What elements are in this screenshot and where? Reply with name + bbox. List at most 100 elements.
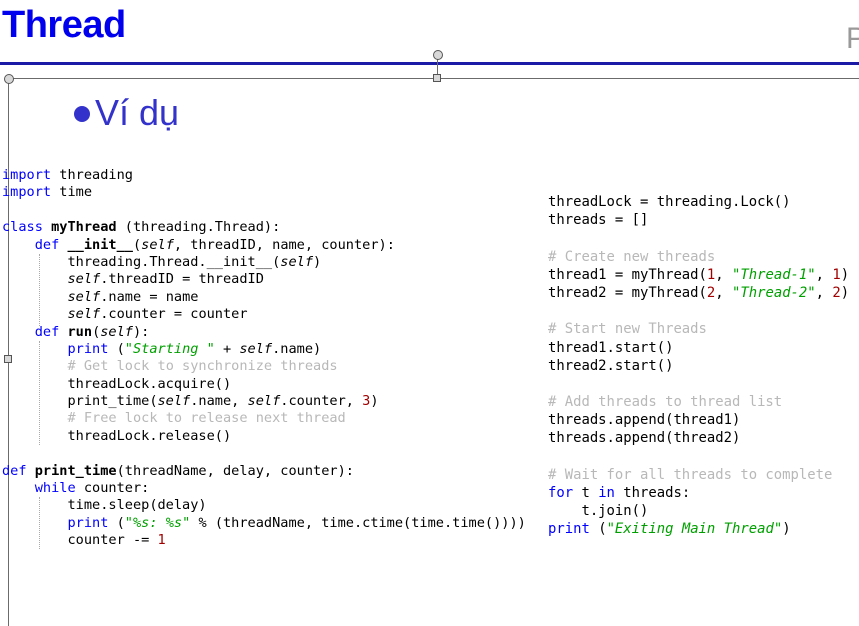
code-keyword: import [2, 184, 52, 201]
code-text: , threadID, name, counter): [173, 236, 395, 253]
code-self: self [67, 271, 101, 288]
code-line: thread1 = myThread(1, "Thread-1", 1) [548, 266, 849, 284]
code-text: thread1.start() [548, 339, 674, 356]
code-line: # Get lock to synchronize threads [2, 358, 526, 375]
code-text: threads: [614, 485, 691, 501]
code-keyword: print [548, 521, 590, 538]
code-line: threadLock = threading.Lock() [548, 193, 849, 211]
code-line: # Wait for all threads to complete [548, 466, 849, 484]
code-text: threading [51, 167, 133, 183]
code-text: t.join() [548, 503, 649, 520]
code-line: class myThread (threading.Thread): [2, 219, 526, 236]
code-comment: # Start new Threads [548, 321, 707, 338]
rotation-handle[interactable] [433, 50, 443, 60]
indent-guide [39, 341, 40, 445]
code-comment: # Add threads to thread list [548, 394, 783, 411]
code-text: threads = [] [548, 212, 649, 229]
code-text: ) [782, 521, 791, 538]
resize-handle-top-middle[interactable] [433, 74, 441, 82]
code-self: self [239, 340, 273, 357]
code-text: , [715, 266, 733, 283]
code-block-left: import threading import time class myThrea… [2, 167, 526, 550]
code-text: , [815, 284, 833, 301]
code-line: import threading [2, 167, 526, 184]
code-text: , [715, 284, 733, 301]
indent-guide [39, 254, 40, 326]
code-text: thread2.start() [548, 357, 674, 374]
code-string: "%s: %s" [124, 514, 191, 531]
code-line: # Free lock to release next thread [2, 410, 526, 427]
code-string: "Starting " [124, 340, 215, 357]
code-number: 1 [832, 266, 841, 283]
code-line: # Start new Threads [548, 320, 849, 338]
resize-handle-top-left[interactable] [4, 74, 14, 84]
code-function-name: print_time [34, 462, 117, 479]
code-keyword: def [34, 236, 60, 253]
code-line: threads = [] [548, 211, 849, 229]
code-text: print_time( [2, 393, 158, 410]
code-block-right: threadLock = threading.Lock() threads = [… [548, 193, 849, 539]
code-line: print_time(self.name, self.counter, 3) [2, 393, 526, 410]
code-text: ) [840, 284, 850, 301]
code-keyword: def [2, 462, 27, 479]
code-text: .threadID = threadID [100, 271, 264, 288]
code-string: "Exiting Main Thread" [606, 521, 783, 538]
code-line: self.name = name [2, 289, 526, 306]
code-keyword: import [2, 167, 52, 183]
code-text: ( [132, 236, 142, 253]
code-line: # Add threads to thread list [548, 393, 849, 411]
code-function-name: run [67, 323, 93, 340]
code-line: for t in threads: [548, 484, 849, 502]
code-text: (threadName, delay, counter): [116, 462, 354, 479]
code-text: threadLock.release() [2, 427, 232, 444]
code-text: ): [133, 323, 150, 340]
code-keyword: in [598, 485, 615, 501]
code-line: threads.append(thread1) [548, 411, 849, 429]
code-function-name: myThread [51, 219, 117, 236]
code-line: threading.Thread.__init__(self) [2, 254, 526, 271]
slide-title: Thread [2, 4, 126, 46]
code-number: 2 [832, 284, 841, 301]
indent-guide [39, 497, 40, 549]
code-line: thread2 = myThread(2, "Thread-2", 2) [548, 284, 849, 302]
code-comment: # Create new threads [548, 248, 716, 265]
code-text: , [815, 266, 833, 283]
code-line: while counter: [2, 480, 526, 497]
code-line: time.sleep(delay) [2, 497, 526, 514]
slide-corner-letter: P [846, 22, 859, 55]
code-keyword: while [34, 480, 76, 497]
code-comment: # Free lock to release next thread [67, 410, 346, 427]
code-text: threadLock = threading.Lock() [548, 194, 791, 210]
code-text: threadLock.acquire() [2, 375, 232, 392]
code-keyword: print [67, 340, 109, 357]
code-text: threading.Thread.__init__( [2, 253, 281, 270]
code-text: counter: [75, 480, 150, 497]
code-line: print ("Exiting Main Thread") [548, 520, 849, 538]
code-line: def __init__(self, threadID, name, count… [2, 237, 526, 254]
code-line: threadLock.acquire() [2, 376, 526, 393]
code-text: threads.append(thread1) [548, 412, 741, 429]
code-text: threads.append(thread2) [548, 430, 741, 447]
code-line: self.threadID = threadID [2, 271, 526, 288]
code-line: threadLock.release() [2, 428, 526, 445]
code-line: counter -= 1 [2, 532, 526, 549]
code-keyword: for [548, 485, 574, 501]
code-line: def print_time(threadName, delay, counte… [2, 463, 526, 480]
code-text: counter -= [2, 532, 158, 549]
